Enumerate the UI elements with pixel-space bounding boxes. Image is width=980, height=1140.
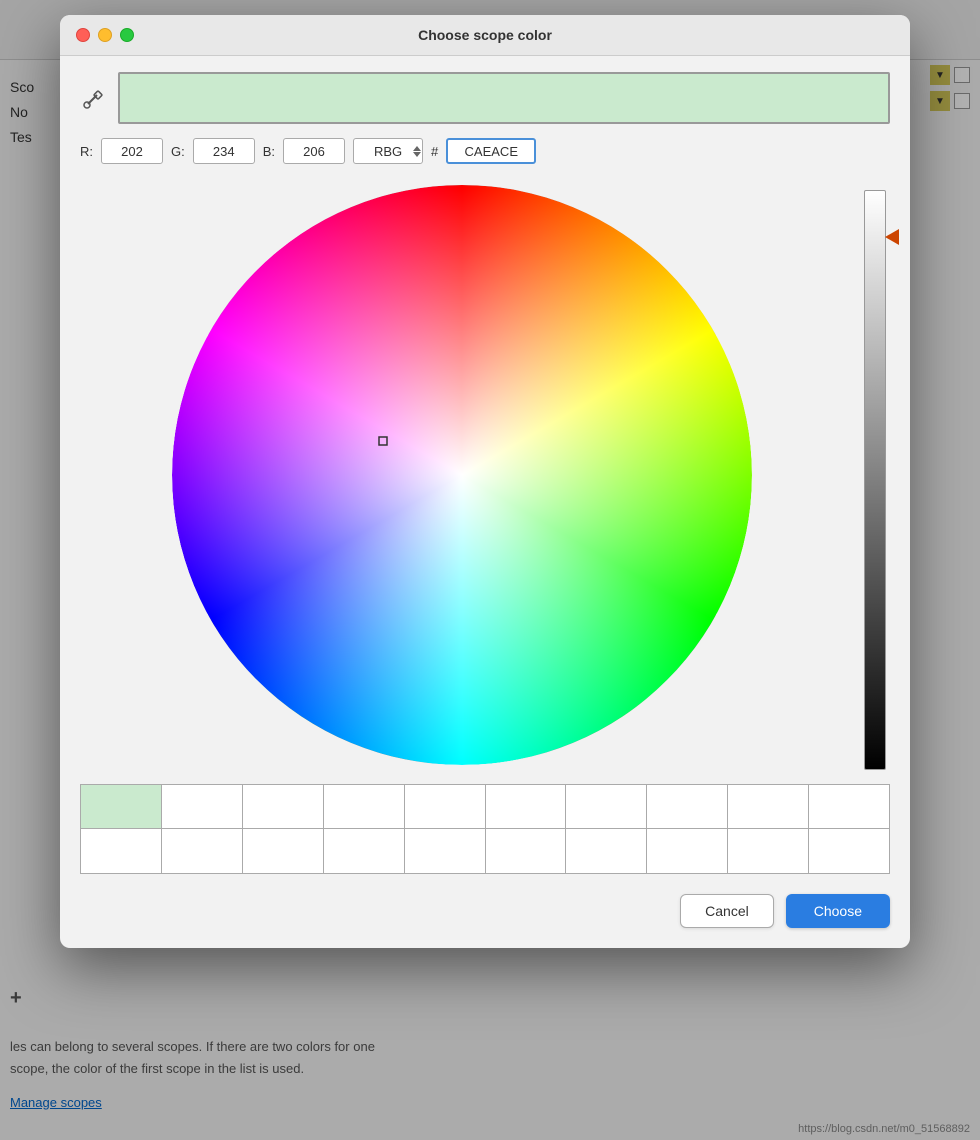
r-label: R: [80, 144, 93, 159]
color-picker-dialog: Choose scope color R: G: B: [60, 15, 910, 948]
hash-label: # [431, 144, 438, 159]
swatch-16[interactable] [566, 829, 647, 873]
swatch-18[interactable] [728, 829, 809, 873]
cancel-button[interactable]: Cancel [680, 894, 774, 928]
color-mode-steppers[interactable] [413, 146, 421, 157]
traffic-lights [76, 28, 134, 42]
swatches-row-1 [81, 785, 889, 829]
g-input[interactable] [193, 138, 255, 164]
maximize-button[interactable] [120, 28, 134, 42]
swatch-6[interactable] [566, 785, 647, 829]
swatch-2[interactable] [243, 785, 324, 829]
minimize-button[interactable] [98, 28, 112, 42]
swatch-17[interactable] [647, 829, 728, 873]
brightness-slider-container [860, 180, 890, 770]
color-wheel[interactable] [172, 185, 752, 765]
r-input[interactable] [101, 138, 163, 164]
choose-button[interactable]: Choose [786, 894, 890, 928]
swatch-4[interactable] [405, 785, 486, 829]
swatches-row-2 [81, 829, 889, 873]
stepper-down-icon[interactable] [413, 152, 421, 157]
swatch-0[interactable] [81, 785, 162, 829]
swatches-container [80, 784, 890, 874]
swatch-19[interactable] [809, 829, 889, 873]
swatch-10[interactable] [81, 829, 162, 873]
dialog-buttons: Cancel Choose [80, 890, 890, 928]
swatch-9[interactable] [809, 785, 889, 829]
color-preview-row [80, 72, 890, 124]
b-label: B: [263, 144, 275, 159]
swatch-5[interactable] [486, 785, 567, 829]
eyedropper-icon [83, 87, 105, 109]
color-preview-box[interactable] [118, 72, 890, 124]
close-button[interactable] [76, 28, 90, 42]
swatch-13[interactable] [324, 829, 405, 873]
color-wheel-area [80, 180, 890, 770]
swatch-15[interactable] [486, 829, 567, 873]
stepper-up-icon[interactable] [413, 146, 421, 151]
swatch-3[interactable] [324, 785, 405, 829]
b-input[interactable] [283, 138, 345, 164]
g-label: G: [171, 144, 185, 159]
swatch-11[interactable] [162, 829, 243, 873]
brightness-slider-thumb[interactable] [885, 229, 899, 245]
hex-input[interactable] [446, 138, 536, 164]
dialog-title-bar: Choose scope color [60, 15, 910, 56]
dialog-title: Choose scope color [418, 27, 552, 43]
swatch-7[interactable] [647, 785, 728, 829]
color-mode-wrapper: RBG HSB HSL [353, 138, 423, 164]
swatch-8[interactable] [728, 785, 809, 829]
color-wheel-container[interactable] [80, 180, 844, 770]
dialog-body: R: G: B: RBG HSB HSL # [60, 56, 910, 948]
swatch-1[interactable] [162, 785, 243, 829]
color-wheel-svg[interactable] [172, 185, 752, 765]
rgb-inputs-row: R: G: B: RBG HSB HSL # [80, 138, 890, 164]
swatch-12[interactable] [243, 829, 324, 873]
eyedropper-button[interactable] [80, 84, 108, 112]
swatch-14[interactable] [405, 829, 486, 873]
brightness-slider-track[interactable] [864, 190, 886, 770]
